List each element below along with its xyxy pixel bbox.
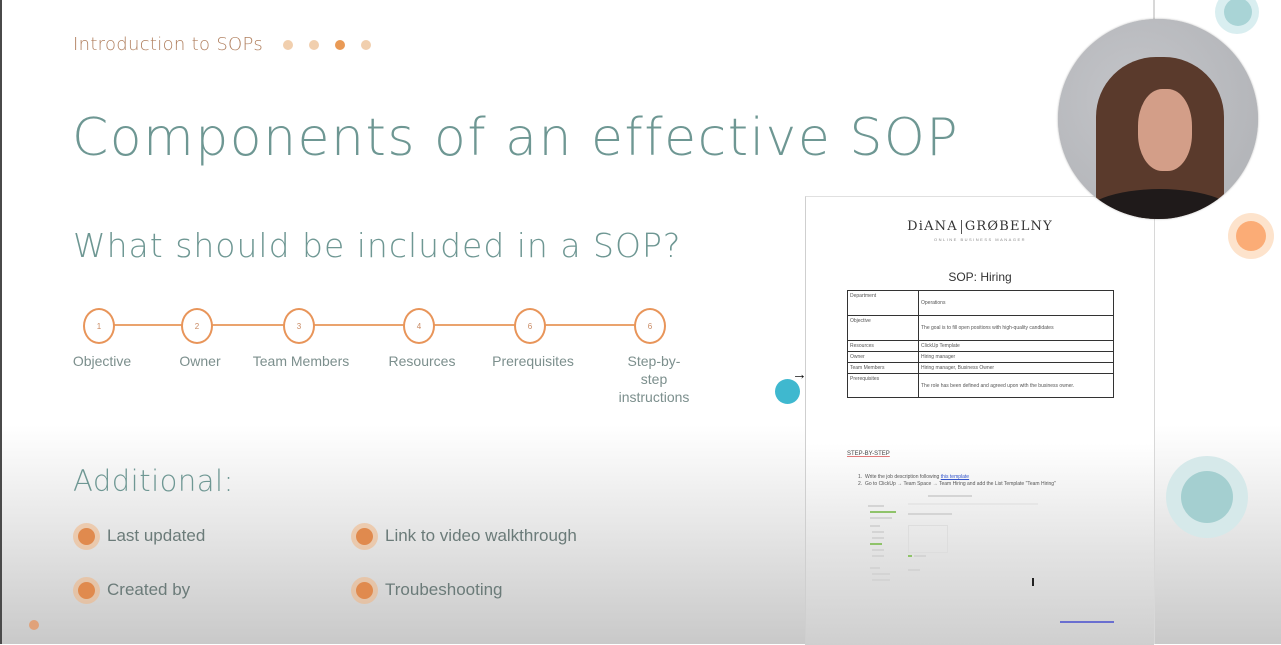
ss-sidebar-line [872, 537, 884, 539]
table-row: Owner Hiring manager [847, 351, 1114, 363]
ss-card [908, 525, 948, 553]
ss-sidebar-active [870, 511, 896, 513]
bullet-dot-icon [78, 527, 95, 545]
bullet-dot-icon [356, 581, 373, 599]
table-value: The role has been defined and agreed upo… [918, 373, 1114, 398]
document-brand-logo: DiANA GRØBELNY [806, 219, 1154, 234]
embedded-clickup-screenshot [868, 495, 1038, 585]
ss-toolbar [908, 503, 1038, 505]
step-label-team-members: Team Members [252, 353, 350, 369]
additional-item-last-updated: Last updated [78, 526, 205, 546]
table-key: Owner [847, 351, 919, 363]
table-row: Prerequisites The role has been defined … [847, 373, 1114, 398]
brand-separator [960, 219, 962, 234]
step-label-step-by-step: Step-by-step instructions [618, 353, 690, 405]
slide-progress-dots [283, 40, 371, 50]
brand-tagline: ONLINE BUSINESS MANAGER [933, 237, 1027, 242]
table-row: Resources ClickUp Template [847, 340, 1114, 352]
section-label: Introduction to SOPs [73, 34, 264, 55]
ss-sidebar-line [872, 531, 884, 533]
additional-item-label: Troubeshooting [385, 580, 503, 599]
bullet-dot-icon [78, 581, 95, 599]
ss-sidebar-line [872, 549, 884, 551]
decorative-circle [1236, 221, 1266, 251]
step-by-step-heading: STEP-BY-STEP [847, 451, 890, 457]
ss-sidebar-line [872, 555, 884, 557]
ss-caption [928, 495, 972, 497]
table-value: Operations [918, 290, 1114, 316]
ss-sidebar-line [872, 579, 890, 581]
table-key: Prerequisites [847, 373, 919, 398]
ss-sidebar-line [870, 567, 880, 569]
step-item-1: 1. Write the job description following t… [858, 474, 970, 480]
presenter-webcam [1058, 19, 1258, 219]
table-value: The goal is to fill open positions with … [918, 315, 1114, 341]
step-circle-1: 1 [83, 308, 115, 344]
step-text: Go to ClickUp → Team Space → Team Hiring… [864, 481, 1056, 487]
step-circle-3: 3 [283, 308, 315, 344]
ss-item-marker [908, 555, 912, 557]
additional-item-video-link: Link to video walkthrough [356, 526, 577, 546]
progress-dot-1 [283, 40, 293, 50]
table-row: Objective The goal is to fill open posit… [847, 315, 1114, 341]
step-text: Write the job description following [864, 474, 941, 480]
sop-info-table: Department Operations Objective The goal… [847, 290, 1114, 398]
progress-dot-3-active [335, 40, 345, 50]
decorative-circle [1181, 471, 1233, 523]
slide-subtitle: What should be included in a SOP? [73, 226, 682, 265]
ss-sidebar-line [870, 525, 880, 527]
table-key: Resources [847, 340, 919, 352]
table-row: Team Members Hiring manager, Business Ow… [847, 362, 1114, 374]
ss-sidebar-line [870, 517, 892, 519]
presenter-face [1138, 89, 1192, 171]
additional-item-label: Last updated [107, 526, 206, 545]
additional-heading: Additional: [73, 464, 234, 498]
step-circle-5: 6 [514, 308, 546, 344]
table-key: Objective [847, 315, 919, 341]
template-link[interactable]: this template [941, 474, 969, 480]
decorative-dot [29, 620, 39, 630]
table-value: ClickUp Template [918, 340, 1114, 352]
slide-title: Components of an effective SOP [72, 108, 960, 168]
step-list: 1. Write the job description following t… [858, 474, 1056, 488]
sop-document-preview[interactable]: DiANA GRØBELNY ONLINE BUSINESS MANAGER SO… [805, 196, 1154, 645]
left-window-edge [0, 0, 2, 644]
step-label-objective: Objective [72, 353, 132, 369]
document-footer-link[interactable] [1060, 621, 1114, 623]
brand-last-name: GRØBELNY [964, 219, 1053, 234]
ss-sidebar-line [870, 543, 882, 545]
step-circle-4: 4 [403, 308, 435, 344]
additional-item-label: Created by [107, 580, 191, 599]
text-cursor-icon [1032, 578, 1034, 586]
ss-item [908, 569, 920, 571]
step-label-owner: Owner [179, 353, 221, 369]
ss-sidebar-line [868, 505, 884, 507]
ss-heading [908, 513, 952, 515]
step-circle-2: 2 [181, 308, 213, 344]
progress-dot-4 [361, 40, 371, 50]
step-label-prerequisites: Prerequisites [492, 353, 574, 369]
ss-sidebar-line [872, 573, 890, 575]
step-item-2: 2. Go to ClickUp → Team Space → Team Hir… [858, 481, 1056, 487]
step-circle-6: 6 [634, 308, 666, 344]
bullet-dot-icon [356, 527, 373, 545]
table-value: Hiring manager, Business Owner [918, 362, 1114, 374]
brand-first-name: DiANA [907, 219, 958, 234]
table-key: Department [847, 290, 919, 316]
progress-dot-2 [309, 40, 319, 50]
step-label-resources: Resources [388, 353, 456, 369]
additional-item-troubleshooting: Troubeshooting [356, 580, 503, 600]
additional-item-label: Link to video walkthrough [385, 526, 577, 545]
document-title: SOP: Hiring [948, 270, 1012, 284]
table-row: Department Operations [847, 290, 1114, 316]
table-value: Hiring manager [918, 351, 1114, 363]
arrow-right-icon: → [792, 366, 807, 383]
table-key: Team Members [847, 362, 919, 374]
ss-item [914, 555, 926, 557]
additional-item-created-by: Created by [78, 580, 190, 600]
